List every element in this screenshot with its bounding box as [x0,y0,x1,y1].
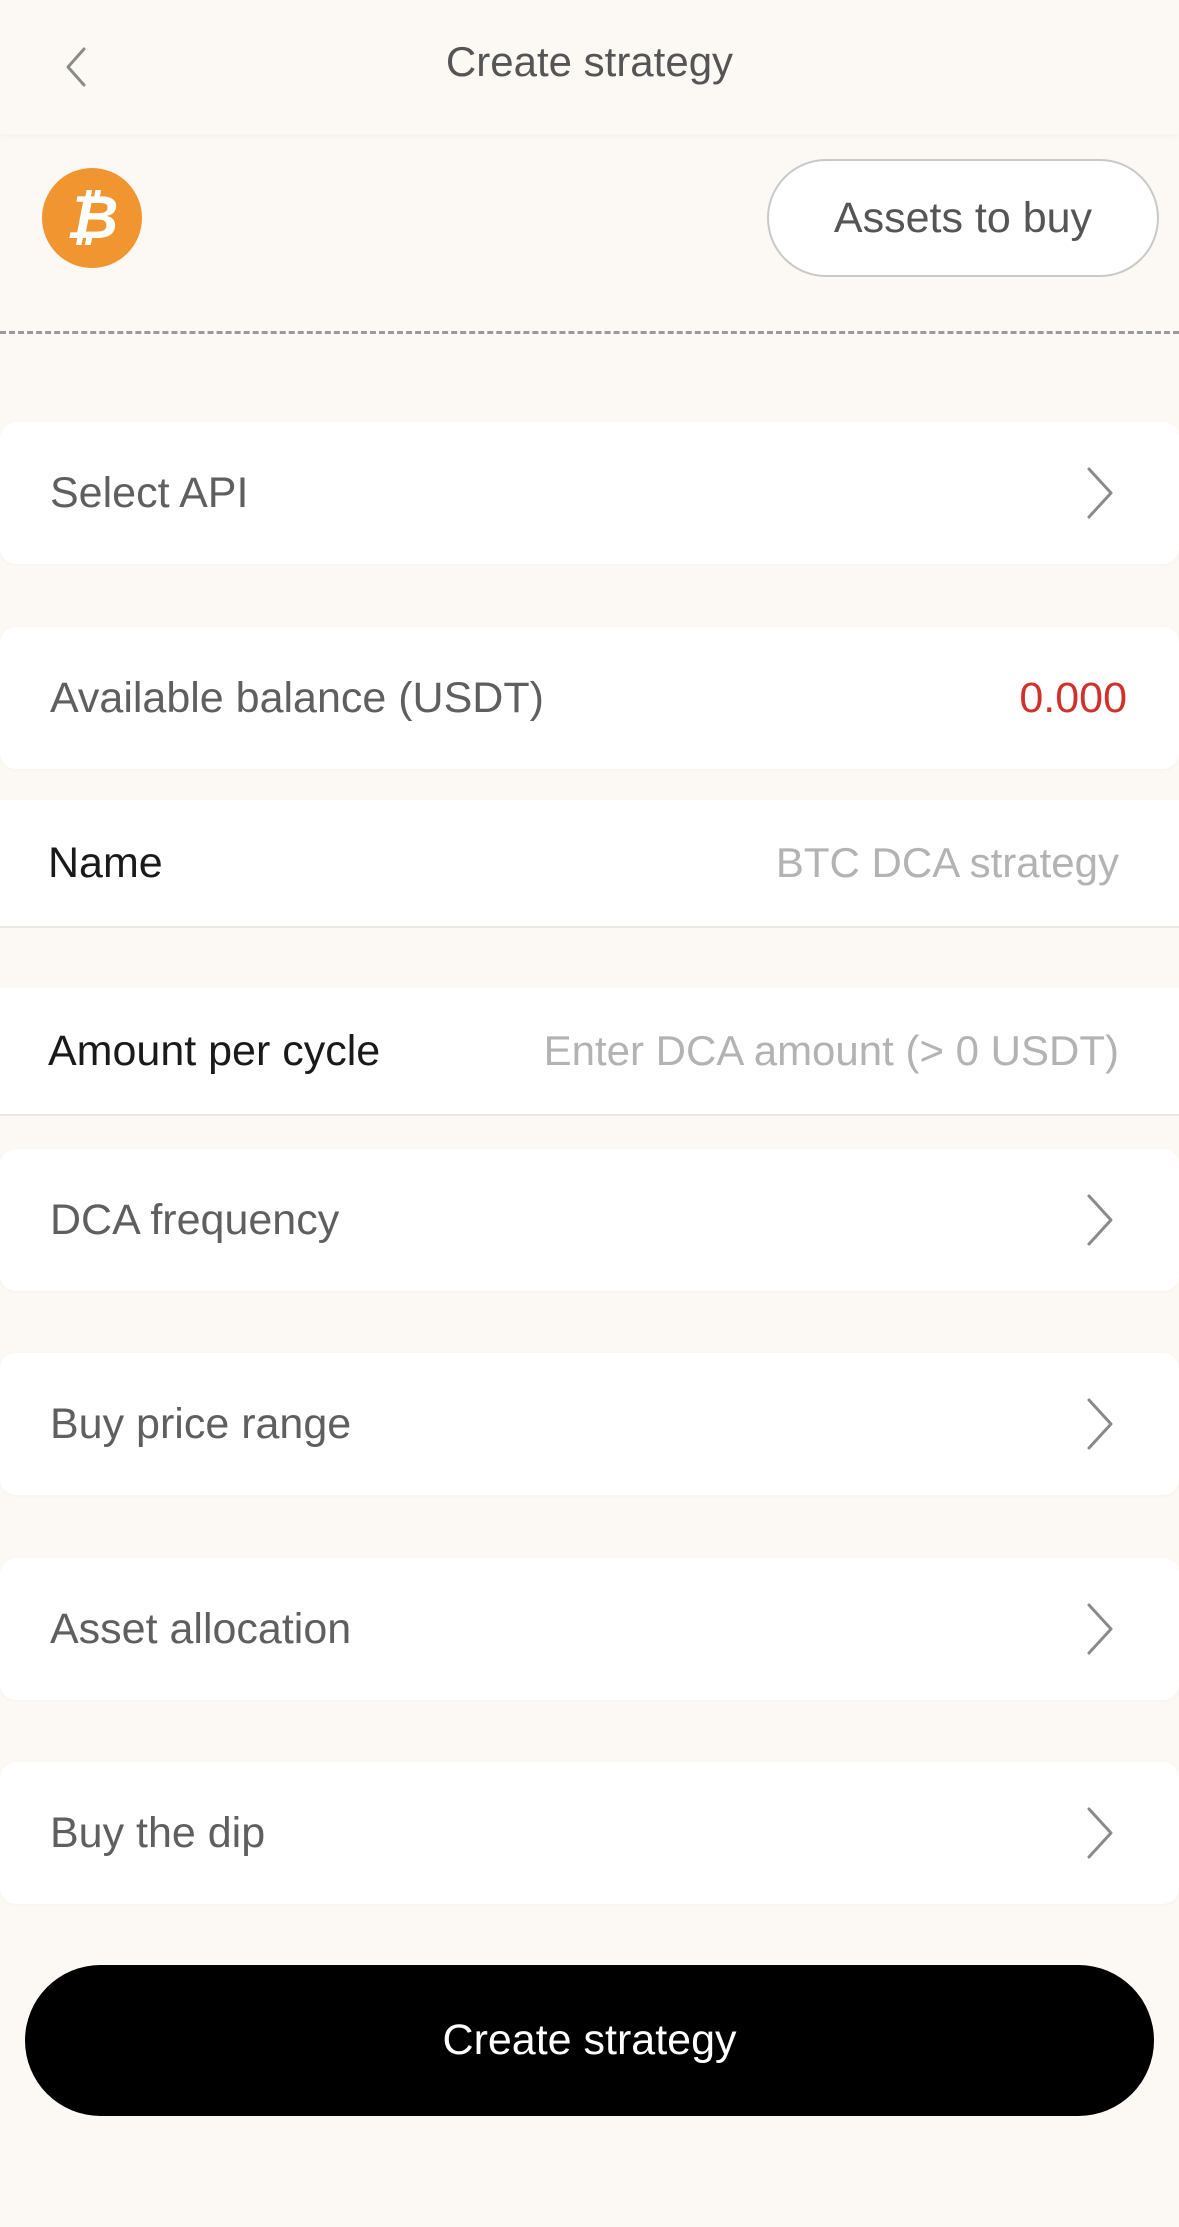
dca-frequency-row[interactable]: DCA frequency [0,1149,1179,1291]
buy-price-range-label: Buy price range [50,1399,352,1448]
name-input[interactable] [162,839,1119,887]
dca-frequency-label: DCA frequency [50,1195,340,1244]
create-strategy-button[interactable]: Create strategy [25,1965,1154,2116]
top-nav-bar: Create strategy [0,0,1179,134]
chevron-right-icon [1087,1194,1113,1246]
chevron-right-icon [1087,467,1113,519]
buy-price-range-row[interactable]: Buy price range [0,1353,1179,1495]
create-strategy-page: Create strategy ₿ Assets to buy Select A… [0,0,1179,2227]
buy-the-dip-row[interactable]: Buy the dip [0,1762,1179,1904]
select-api-label: Select API [50,468,249,517]
page-title: Create strategy [445,38,734,85]
amount-input[interactable] [380,1027,1119,1075]
amount-row: Amount per cycle [0,988,1179,1116]
buy-the-dip-label: Buy the dip [50,1808,266,1857]
section-divider [0,331,1179,334]
select-api-row[interactable]: Select API [0,422,1179,564]
assets-to-buy-button[interactable]: Assets to buy [767,159,1159,277]
name-label: Name [48,838,163,887]
chevron-right-icon [1087,1398,1113,1450]
chevron-right-icon [1087,1603,1113,1655]
chevron-right-icon [1087,1807,1113,1859]
asset-allocation-label: Asset allocation [50,1604,352,1653]
svg-text:₿: ₿ [66,184,119,251]
balance-value: 0.000 [1019,673,1127,722]
name-row: Name [0,800,1179,928]
bitcoin-icon: ₿ [42,168,142,268]
available-balance-row: Available balance (USDT) 0.000 [0,627,1179,769]
balance-label: Available balance (USDT) [50,673,544,722]
asset-allocation-row[interactable]: Asset allocation [0,1558,1179,1700]
amount-label: Amount per cycle [48,1026,381,1075]
